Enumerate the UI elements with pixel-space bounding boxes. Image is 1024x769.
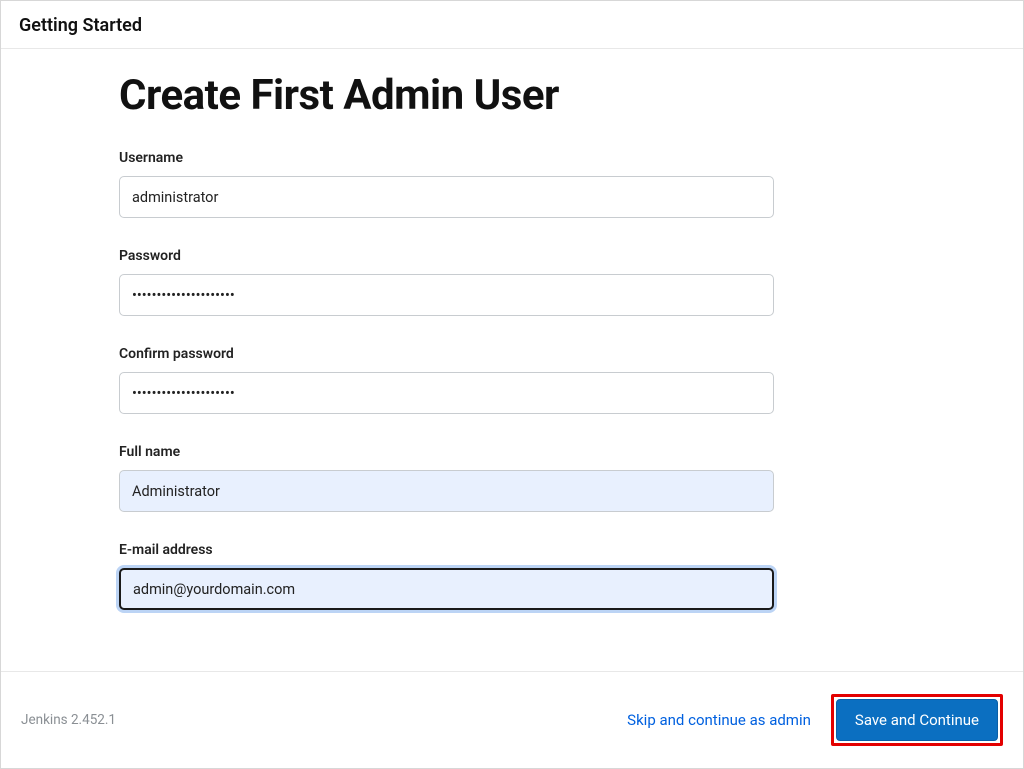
field-confirm-password: Confirm password — [119, 346, 899, 414]
field-email: E-mail address — [119, 542, 899, 610]
field-fullname: Full name — [119, 444, 899, 512]
input-confirm-password[interactable] — [119, 372, 774, 414]
save-and-continue-button[interactable]: Save and Continue — [836, 699, 998, 741]
page-title: Create First Admin User — [119, 71, 899, 120]
field-username: Username — [119, 150, 899, 218]
setup-wizard-dialog: Getting Started Create First Admin User … — [0, 0, 1024, 769]
label-confirm-password: Confirm password — [119, 346, 899, 362]
input-username[interactable] — [119, 176, 774, 218]
skip-button[interactable]: Skip and continue as admin — [621, 701, 817, 739]
form-content: Create First Admin User Username Passwor… — [119, 71, 899, 641]
input-fullname[interactable] — [119, 470, 774, 512]
input-email[interactable] — [119, 568, 774, 610]
label-email: E-mail address — [119, 542, 899, 558]
field-password: Password — [119, 248, 899, 316]
dialog-footer: Jenkins 2.452.1 Skip and continue as adm… — [1, 671, 1023, 768]
dialog-header: Getting Started — [1, 1, 1023, 49]
version-label: Jenkins 2.452.1 — [21, 712, 116, 728]
label-fullname: Full name — [119, 444, 899, 460]
footer-actions: Skip and continue as admin Save and Cont… — [621, 694, 1003, 746]
dialog-body[interactable]: Create First Admin User Username Passwor… — [1, 49, 1023, 671]
label-username: Username — [119, 150, 899, 166]
save-highlight: Save and Continue — [831, 694, 1003, 746]
dialog-title: Getting Started — [19, 15, 142, 36]
input-password[interactable] — [119, 274, 774, 316]
spacer — [119, 640, 899, 641]
label-password: Password — [119, 248, 899, 264]
